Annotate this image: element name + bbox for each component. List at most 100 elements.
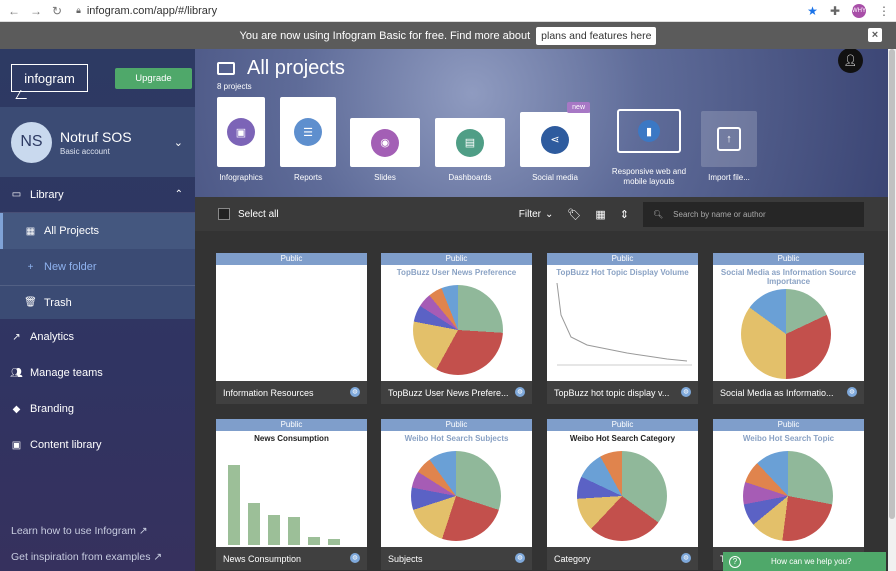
grid-view-icon[interactable]: ▦ bbox=[595, 208, 605, 221]
project-card[interactable]: Public TopBuzz User News Preference TopB… bbox=[381, 253, 532, 404]
select-all-checkbox[interactable] bbox=[218, 208, 230, 220]
sidebar-item-content-library[interactable]: ▣ Content library bbox=[0, 427, 195, 463]
profile-avatar[interactable]: WHY bbox=[852, 4, 866, 18]
chevron-up-icon: ⌃ bbox=[174, 189, 183, 200]
project-name: Information Resources bbox=[223, 387, 314, 398]
grid-icon: ▦ bbox=[25, 225, 36, 237]
account-switcher[interactable]: NS Notruf SOS Basic account ⌄ bbox=[0, 107, 195, 177]
pie-chart bbox=[411, 451, 501, 541]
project-name: News Consumption bbox=[223, 553, 302, 564]
slides-icon: ◉ bbox=[371, 128, 399, 157]
create-responsive[interactable]: ▮ Responsive web and mobile layouts bbox=[605, 109, 693, 187]
sidebar-item-new-folder[interactable]: + New folder bbox=[0, 249, 195, 285]
public-badge: Public bbox=[216, 253, 367, 265]
project-thumbnail: News Consumption bbox=[216, 431, 367, 547]
browser-toolbar: ← → ↻ 🔒︎ infogram.com/app/#/library ★ ✚ … bbox=[0, 0, 896, 22]
report-icon: ☰ bbox=[294, 118, 322, 146]
plans-features-link[interactable]: plans and features here bbox=[536, 26, 657, 45]
project-name: TopBuzz hot topic display v... bbox=[554, 387, 670, 398]
import-file[interactable]: ↑ Import file... bbox=[701, 111, 757, 183]
project-thumbnail bbox=[216, 265, 367, 381]
type-label: Social media bbox=[532, 173, 578, 182]
scrollbar-thumb[interactable] bbox=[889, 49, 895, 519]
banner-text: You are now using Infogram Basic for fre… bbox=[239, 29, 531, 42]
user-menu-button[interactable]: 👤︎ bbox=[838, 49, 863, 73]
create-infographic[interactable]: ▣ Infographics bbox=[216, 97, 266, 183]
help-chat-button[interactable]: ? How can we help you? bbox=[723, 552, 886, 571]
infogram-logo[interactable]: infogram bbox=[11, 64, 88, 92]
sidebar-item-label: Trash bbox=[44, 296, 72, 309]
upgrade-button[interactable]: Upgrade bbox=[115, 67, 192, 89]
globe-icon: ◍ bbox=[681, 387, 691, 397]
avatar: NS bbox=[11, 121, 52, 163]
sidebar-item-library[interactable]: ▭ Library ⌃ bbox=[0, 177, 195, 213]
browser-menu-icon[interactable]: ⋮ bbox=[878, 4, 890, 18]
sort-icon[interactable]: ⇕ bbox=[620, 208, 629, 221]
public-badge: Public bbox=[713, 419, 864, 431]
social-media-card: new ⋖ bbox=[520, 102, 590, 167]
thumbnail-title: Weibo Hot Search Topic bbox=[742, 434, 835, 443]
line-chart bbox=[556, 282, 692, 366]
sidebar-item-manage-teams[interactable]: 👥︎ Manage teams bbox=[0, 355, 195, 391]
main-content: All projects 8 projects 👤︎ ▣ Infographic… bbox=[195, 49, 888, 571]
thumbnail-title: Social Media as Information Source Impor… bbox=[720, 268, 857, 286]
sidebar-item-label: Manage teams bbox=[30, 367, 103, 379]
library-icon: ▭ bbox=[11, 189, 22, 200]
type-label: Reports bbox=[293, 173, 322, 182]
project-thumbnail: TopBuzz User News Preference bbox=[381, 265, 532, 381]
create-slides[interactable]: ◉ Slides bbox=[349, 118, 421, 183]
bookmark-star-icon[interactable]: ★ bbox=[807, 4, 818, 18]
share-icon: ⋖ bbox=[541, 125, 569, 154]
project-footer: Subjects ◍ bbox=[381, 547, 532, 570]
project-name: TopBuzz User News Prefere... bbox=[388, 387, 509, 398]
browser-nav: ← → ↻ bbox=[8, 4, 62, 18]
filter-dropdown[interactable]: Filter ⌄ bbox=[519, 209, 554, 220]
sidebar-item-label: New folder bbox=[44, 261, 97, 273]
public-badge: Public bbox=[713, 253, 864, 265]
project-thumbnail: Weibo Hot Search Subjects bbox=[381, 431, 532, 547]
page-scrollbar[interactable] bbox=[888, 49, 896, 571]
create-dashboard[interactable]: ▤ Dashboards bbox=[434, 118, 506, 183]
type-label: Import file... bbox=[708, 173, 750, 182]
inspiration-link[interactable]: Get inspiration from examples ↗ bbox=[11, 551, 162, 563]
back-arrow-icon[interactable]: ← bbox=[8, 4, 20, 18]
search-placeholder: Search by name or author bbox=[673, 209, 766, 219]
analytics-icon: ↗ bbox=[12, 331, 21, 343]
sidebar-item-label: Library bbox=[30, 188, 64, 201]
sidebar-item-branding[interactable]: ◆ Branding bbox=[0, 391, 195, 427]
infographic-icon: ▣ bbox=[227, 118, 255, 146]
type-label: Slides bbox=[374, 173, 396, 182]
tag-icon[interactable]: 🏷︎ bbox=[567, 208, 581, 221]
public-badge: Public bbox=[547, 253, 698, 265]
project-card[interactable]: Public Weibo Hot Search Category Categor… bbox=[547, 419, 698, 570]
sidebar-item-all-projects[interactable]: ▦ All Projects bbox=[0, 213, 195, 249]
responsive-icon: ▮ bbox=[638, 120, 660, 142]
sidebar-item-analytics[interactable]: ↗ Analytics bbox=[0, 319, 195, 355]
banner-close-icon[interactable]: × bbox=[868, 28, 882, 42]
reload-icon[interactable]: ↻ bbox=[52, 4, 62, 18]
help-links: Learn how to use Infogram ↗ Get inspirat… bbox=[11, 511, 162, 563]
project-card[interactable]: Public Social Media as Information Sourc… bbox=[713, 253, 864, 404]
project-card[interactable]: Public Weibo Hot Search Subjects Subject… bbox=[381, 419, 532, 570]
create-social-media[interactable]: new ⋖ Social media bbox=[519, 102, 591, 183]
type-label: Dashboards bbox=[448, 173, 492, 182]
brand-area: infogram Upgrade bbox=[0, 49, 195, 107]
create-report[interactable]: ☰ Reports bbox=[279, 97, 337, 183]
address-bar[interactable]: 🔒︎ infogram.com/app/#/library bbox=[76, 5, 217, 17]
sidebar-item-trash[interactable]: 🗑︎ Trash bbox=[0, 285, 195, 319]
project-count: 8 projects bbox=[217, 82, 252, 91]
question-icon: ? bbox=[729, 555, 741, 568]
pie-chart bbox=[743, 451, 833, 541]
project-name: Social Media as Informatio... bbox=[720, 387, 834, 398]
sidebar-item-label: Analytics bbox=[30, 331, 75, 343]
project-card[interactable]: Public TopBuzz Hot Topic Display Volume … bbox=[547, 253, 698, 404]
project-card[interactable]: Public News Consumption News Consumption… bbox=[216, 419, 367, 570]
project-footer: TopBuzz User News Prefere... ◍ bbox=[381, 381, 532, 404]
search-input[interactable]: 🔍︎ Search by name or author bbox=[643, 201, 864, 227]
project-card[interactable]: Public Information Resources ◍ bbox=[216, 253, 367, 404]
forward-arrow-icon[interactable]: → bbox=[30, 4, 42, 18]
learn-link[interactable]: Learn how to use Infogram ↗ bbox=[11, 525, 162, 537]
select-all-label[interactable]: Select all bbox=[238, 209, 279, 220]
extensions-icon[interactable]: ✚ bbox=[830, 4, 840, 18]
project-card[interactable]: Public Weibo Hot Search Topic T ◍ bbox=[713, 419, 864, 570]
